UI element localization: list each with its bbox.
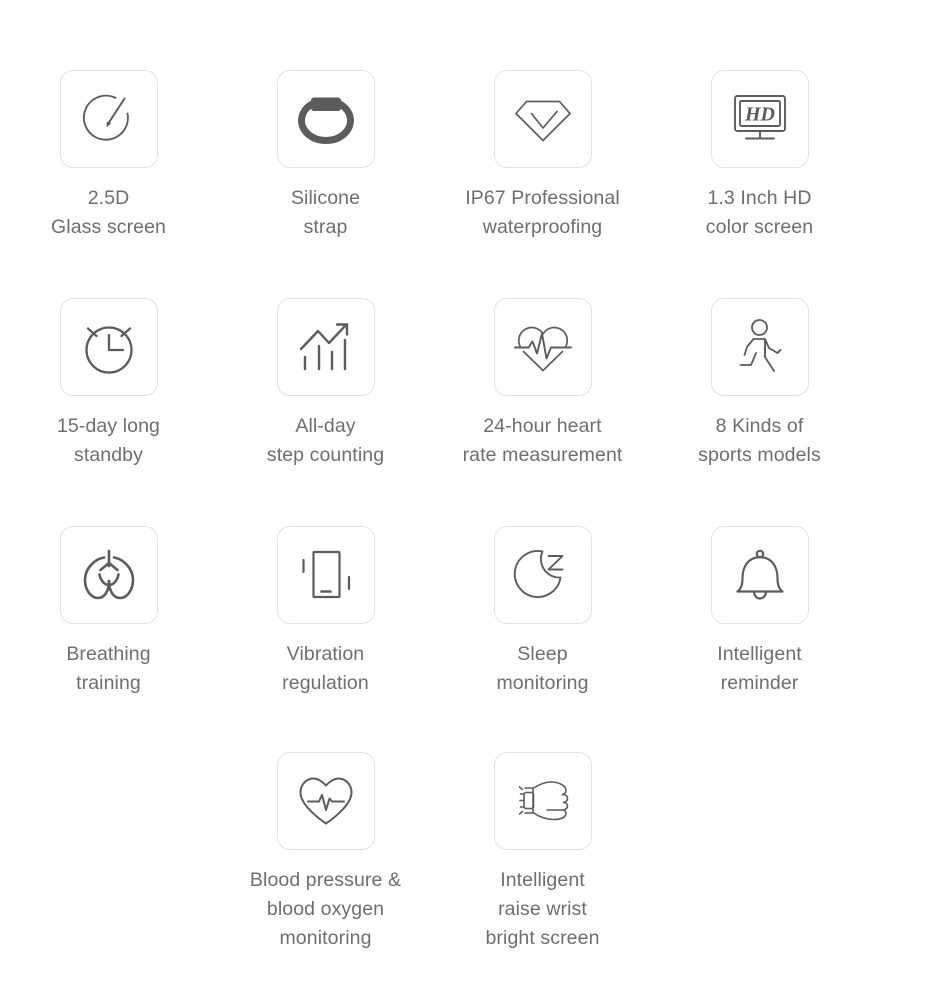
- feature-cell-intelligent-reminder[interactable]: Intelligent reminder: [651, 526, 868, 698]
- feature-label: Intelligent raise wrist bright screen: [485, 869, 600, 949]
- walking-person-icon: [732, 317, 788, 377]
- feature-grid: 2.5D Glass screen Silicone strap IP67 Pr…: [0, 0, 950, 996]
- heart-pulse-icon-box: [493, 298, 592, 396]
- feature-cell-heart-rate[interactable]: 24-hour heart rate measurement: [434, 298, 651, 470]
- walking-person-icon-box: [710, 298, 809, 396]
- feature-cell-long-standby[interactable]: 15-day long standby: [0, 298, 217, 470]
- feature-label: Intelligent reminder: [717, 643, 802, 694]
- feature-cell-vibration-regulation[interactable]: Vibration regulation: [217, 526, 434, 698]
- feature-cell-sports-models[interactable]: 8 Kinds of sports models: [651, 298, 868, 470]
- silicone-strap-icon-box: [276, 70, 375, 168]
- hd-monitor-icon: HD: [729, 90, 791, 148]
- feature-cell-breathing-training[interactable]: Breathing training: [0, 526, 217, 698]
- feature-label: IP67 Professional waterproofing: [465, 187, 620, 238]
- feature-cell-sleep-monitoring[interactable]: Sleep monitoring: [434, 526, 651, 698]
- gauge-icon-box: [59, 70, 158, 168]
- raise-wrist-icon-box: [493, 752, 592, 850]
- feature-cell-waterproofing[interactable]: IP67 Professional waterproofing: [434, 70, 651, 242]
- feature-label: Sleep monitoring: [496, 643, 589, 694]
- vibration-phone-icon: [296, 546, 356, 604]
- moon-sleep-icon-box: [493, 526, 592, 624]
- silicone-strap-icon: [294, 89, 358, 149]
- bell-icon: [730, 546, 790, 604]
- step-chart-icon: [296, 317, 356, 377]
- feature-label: 15-day long standby: [56, 415, 160, 466]
- feature-label: Silicone strap: [290, 187, 361, 238]
- heart-ecg-icon: [295, 772, 357, 830]
- feature-cell-silicone-strap[interactable]: Silicone strap: [217, 70, 434, 242]
- hd-monitor-icon-box: HD: [710, 70, 809, 168]
- feature-label: 1.3 Inch HD color screen: [705, 187, 814, 238]
- feature-row: 2.5D Glass screen Silicone strap IP67 Pr…: [0, 0, 950, 242]
- vibration-phone-icon-box: [276, 526, 375, 624]
- feature-label: 2.5D Glass screen: [51, 187, 166, 238]
- feature-row: 15-day long standby All-day step countin…: [0, 242, 950, 470]
- gauge-icon: [79, 89, 139, 149]
- diamond-waterproof-icon: [512, 90, 574, 148]
- feature-label: 24-hour heart rate measurement: [462, 415, 623, 466]
- svg-text:HD: HD: [744, 104, 775, 126]
- feature-row: Blood pressure & blood oxygen monitoring: [0, 698, 950, 953]
- raise-wrist-icon: [511, 775, 575, 827]
- feature-row: Breathing training Vibration regulation: [0, 470, 950, 698]
- lungs-icon-box: [59, 526, 158, 624]
- feature-cell-blood-pressure-oxygen[interactable]: Blood pressure & blood oxygen monitoring: [217, 752, 434, 953]
- diamond-waterproof-icon-box: [493, 70, 592, 168]
- heart-ecg-icon-box: [276, 752, 375, 850]
- feature-cell-raise-wrist[interactable]: Intelligent raise wrist bright screen: [434, 752, 651, 953]
- feature-label: Vibration regulation: [282, 643, 369, 694]
- feature-label: Breathing training: [66, 643, 151, 694]
- bell-icon-box: [710, 526, 809, 624]
- feature-label: Blood pressure & blood oxygen monitoring: [249, 869, 402, 949]
- alarm-clock-icon: [78, 317, 140, 377]
- moon-sleep-icon: [512, 545, 574, 605]
- heart-pulse-icon: [511, 318, 575, 376]
- alarm-clock-icon-box: [59, 298, 158, 396]
- feature-label: 8 Kinds of sports models: [698, 415, 821, 466]
- feature-label: All-day step counting: [266, 415, 385, 466]
- lungs-icon: [78, 546, 140, 604]
- feature-cell-step-counting[interactable]: All-day step counting: [217, 298, 434, 470]
- feature-cell-glass-screen[interactable]: 2.5D Glass screen: [0, 70, 217, 242]
- step-chart-icon-box: [276, 298, 375, 396]
- feature-cell-hd-screen[interactable]: HD 1.3 Inch HD color screen: [651, 70, 868, 242]
